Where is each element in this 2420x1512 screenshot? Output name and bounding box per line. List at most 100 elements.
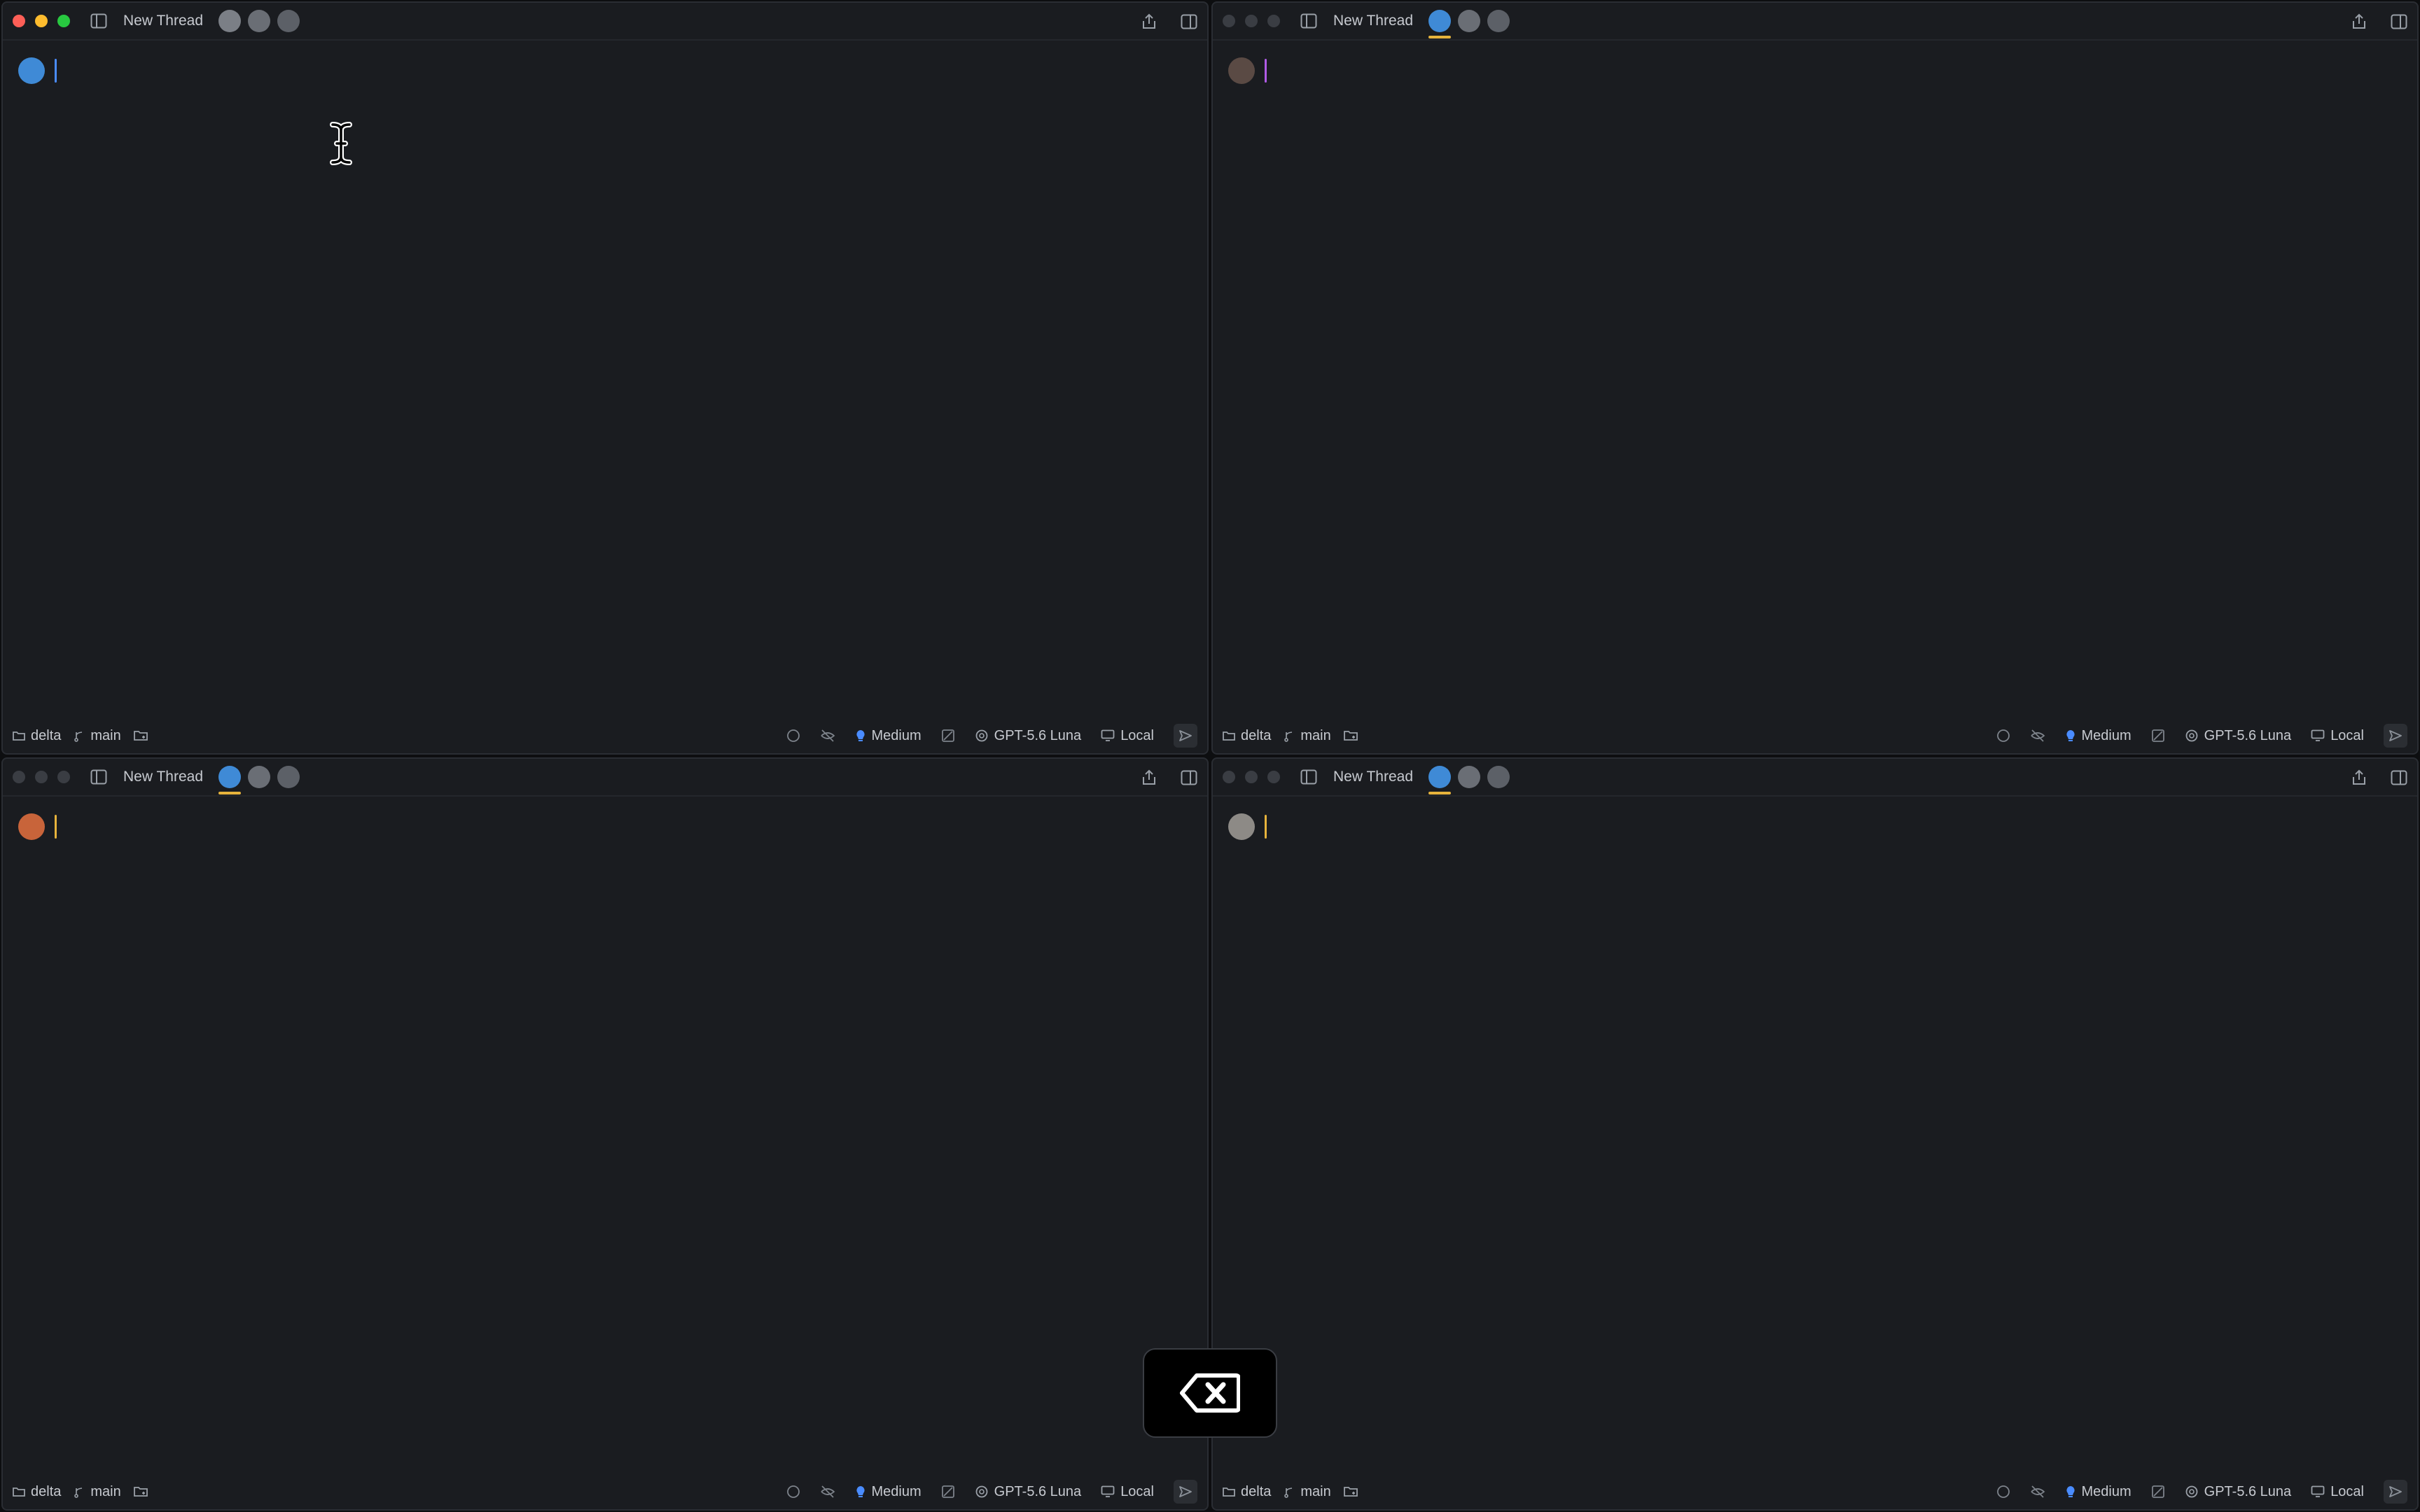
branch-selector[interactable]: main <box>1284 728 1331 744</box>
window-grid: New Thread delta main Medium GPT-5.6 Lun… <box>0 0 2420 1512</box>
sidebar-toggle-icon[interactable] <box>90 768 108 786</box>
panel-toggle-icon[interactable] <box>2391 770 2407 785</box>
maximize-window-button[interactable] <box>1267 771 1280 783</box>
model-name: GPT-5.6 Luna <box>2204 727 2292 743</box>
share-icon[interactable] <box>2351 769 2367 786</box>
eye-slash-icon[interactable] <box>820 729 835 743</box>
model-name: GPT-5.6 Luna <box>2204 1483 2292 1499</box>
avatar-1[interactable] <box>1428 10 1452 38</box>
openai-icon <box>975 1485 988 1498</box>
composer[interactable] <box>1228 57 1267 84</box>
branch-icon <box>74 1488 83 1498</box>
avatar-2[interactable] <box>1458 10 1481 32</box>
folder-selector[interactable]: delta <box>1223 1484 1271 1500</box>
image-toggle-icon[interactable] <box>941 729 955 743</box>
new-worktree-button[interactable] <box>1343 729 1359 742</box>
folder-icon <box>1223 1488 1235 1497</box>
close-window-button[interactable] <box>1223 15 1235 27</box>
minimize-window-button[interactable] <box>1245 15 1258 27</box>
monitor-icon <box>2311 729 2325 741</box>
panel-toggle-icon[interactable] <box>2391 14 2407 29</box>
thread-pane-2: New Thread delta main Medium GPT-5.6 Lun… <box>1211 1 2419 755</box>
branch-selector[interactable]: main <box>74 728 121 744</box>
effort-label: Medium <box>2081 727 2132 743</box>
location-label: Local <box>2330 727 2364 743</box>
location-selector[interactable]: Local <box>2311 1484 2364 1500</box>
image-toggle-icon[interactable] <box>2151 1485 2165 1499</box>
circle-status-icon[interactable] <box>786 1485 800 1499</box>
share-icon[interactable] <box>1141 769 1157 786</box>
avatar-3[interactable] <box>277 766 300 788</box>
avatar-3[interactable] <box>1487 766 1510 788</box>
title-bar-actions <box>1141 3 1197 41</box>
share-icon[interactable] <box>1141 13 1157 30</box>
avatar-3[interactable] <box>1487 10 1510 32</box>
folder-selector[interactable]: delta <box>13 728 61 744</box>
user-avatar <box>18 57 45 84</box>
circle-status-icon[interactable] <box>1996 729 2010 743</box>
eye-slash-icon[interactable] <box>2030 729 2045 743</box>
avatar-1[interactable] <box>218 766 242 794</box>
composer[interactable] <box>18 57 57 84</box>
folder-icon <box>13 732 25 741</box>
model-selector[interactable]: GPT-5.6 Luna <box>2185 727 2292 744</box>
branch-selector[interactable]: main <box>74 1484 121 1500</box>
circle-status-icon[interactable] <box>1996 1485 2010 1499</box>
avatar-2[interactable] <box>248 766 271 788</box>
maximize-window-button[interactable] <box>1267 15 1280 27</box>
model-selector[interactable]: GPT-5.6 Luna <box>2185 1483 2292 1500</box>
effort-selector[interactable]: Medium <box>2065 1484 2132 1500</box>
circle-status-icon[interactable] <box>786 729 800 743</box>
sidebar-toggle-icon[interactable] <box>90 12 108 30</box>
location-selector[interactable]: Local <box>2311 728 2364 744</box>
title-bar-actions <box>1141 759 1197 797</box>
avatar-1[interactable] <box>1428 766 1452 794</box>
close-window-button[interactable] <box>13 771 25 783</box>
composer[interactable] <box>18 813 57 840</box>
avatar-2[interactable] <box>248 10 271 32</box>
effort-selector[interactable]: Medium <box>855 728 922 744</box>
effort-selector[interactable]: Medium <box>855 1484 922 1500</box>
location-selector[interactable]: Local <box>1101 1484 1154 1500</box>
avatar-1[interactable] <box>218 10 242 32</box>
image-toggle-icon[interactable] <box>941 1485 955 1499</box>
thread-title: New Thread <box>1333 769 1414 785</box>
lightbulb-icon <box>856 1486 865 1497</box>
close-window-button[interactable] <box>13 15 25 27</box>
branch-icon <box>1284 1488 1293 1498</box>
lightbulb-icon <box>856 730 865 741</box>
location-selector[interactable]: Local <box>1101 728 1154 744</box>
send-button[interactable] <box>1174 724 1197 748</box>
sidebar-toggle-icon[interactable] <box>1300 12 1318 30</box>
panel-toggle-icon[interactable] <box>1181 770 1197 785</box>
minimize-window-button[interactable] <box>35 15 48 27</box>
minimize-window-button[interactable] <box>1245 771 1258 783</box>
eye-slash-icon[interactable] <box>820 1485 835 1499</box>
branch-selector[interactable]: main <box>1284 1484 1331 1500</box>
close-window-button[interactable] <box>1223 771 1235 783</box>
new-worktree-button[interactable] <box>133 729 149 742</box>
model-selector[interactable]: GPT-5.6 Luna <box>975 728 1081 744</box>
sidebar-toggle-icon[interactable] <box>1300 768 1318 786</box>
share-icon[interactable] <box>2351 13 2367 30</box>
maximize-window-button[interactable] <box>57 15 70 27</box>
send-icon <box>2389 1486 2402 1497</box>
composer[interactable] <box>1228 813 1267 840</box>
send-button[interactable] <box>2384 1480 2407 1504</box>
avatar-2[interactable] <box>1458 766 1481 788</box>
new-worktree-button[interactable] <box>133 1485 149 1498</box>
model-selector[interactable]: GPT-5.6 Luna <box>975 1484 1081 1500</box>
send-button[interactable] <box>2384 724 2407 748</box>
maximize-window-button[interactable] <box>57 771 70 783</box>
monitor-icon <box>1101 1485 1115 1497</box>
send-button[interactable] <box>1174 1480 1197 1504</box>
image-toggle-icon[interactable] <box>2151 729 2165 743</box>
new-worktree-button[interactable] <box>1343 1485 1359 1498</box>
effort-selector[interactable]: Medium <box>2065 728 2132 744</box>
panel-toggle-icon[interactable] <box>1181 14 1197 29</box>
avatar-3[interactable] <box>277 10 300 32</box>
eye-slash-icon[interactable] <box>2030 1485 2045 1499</box>
folder-selector[interactable]: delta <box>1223 728 1271 744</box>
folder-selector[interactable]: delta <box>13 1484 61 1500</box>
minimize-window-button[interactable] <box>35 771 48 783</box>
